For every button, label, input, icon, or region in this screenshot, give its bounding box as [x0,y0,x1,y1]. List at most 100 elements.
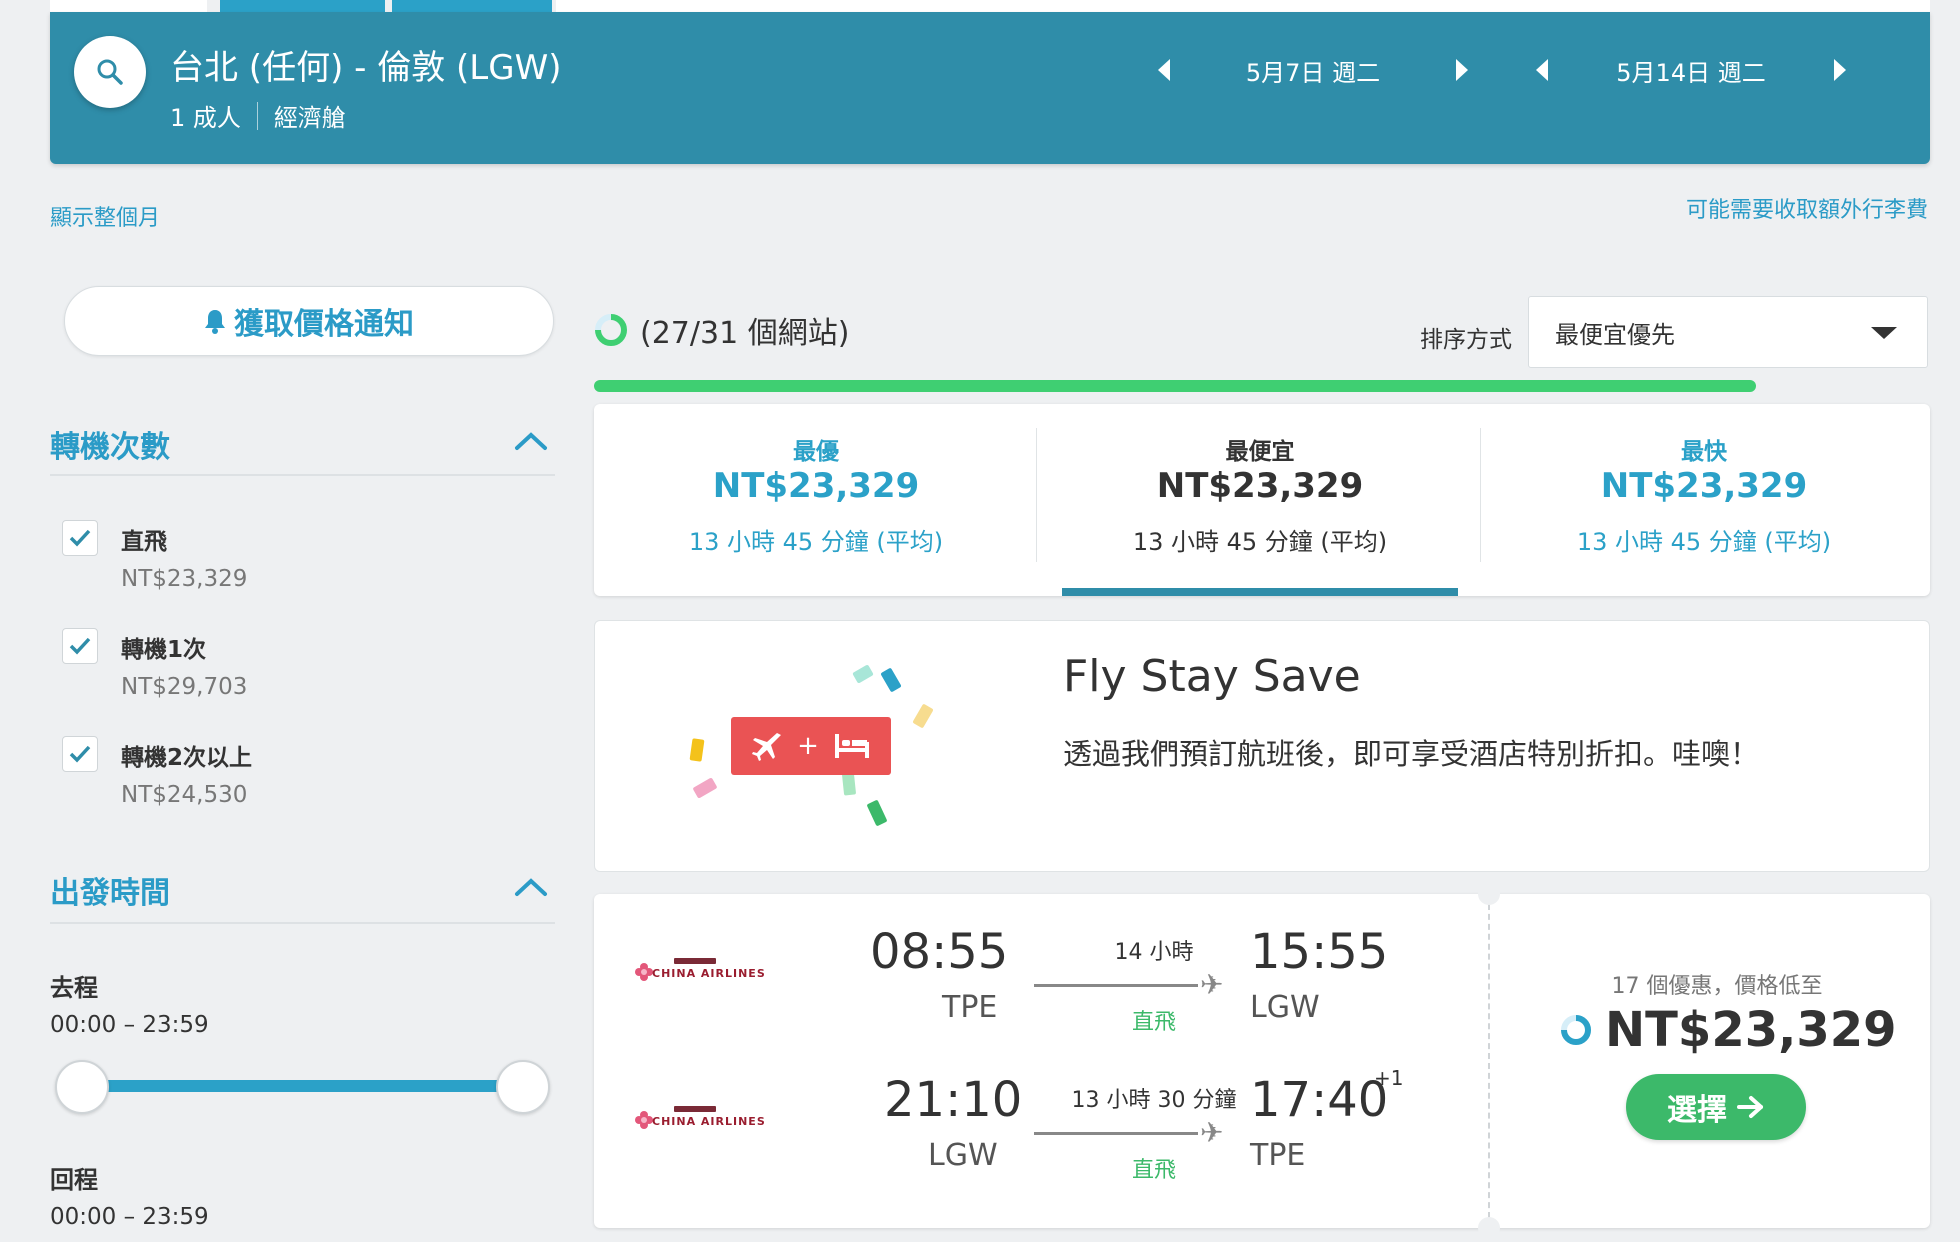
check-icon [69,745,91,763]
check-icon [69,637,91,655]
one-stop-checkbox[interactable] [62,628,98,664]
bell-icon [205,310,225,334]
top-tab-2[interactable] [220,0,385,12]
return-date[interactable]: 5月14日 週二 [1558,53,1824,88]
ticket-notch [1478,1217,1500,1239]
direct-checkbox[interactable] [62,520,98,556]
chevron-up-icon[interactable] [514,876,548,902]
stops-filter-title[interactable]: 轉機次數 [50,422,170,466]
tab-best[interactable]: 最優 NT$23,329 13 小時 45 分鐘 (平均) [594,404,1038,596]
outbound-leg: CHINA AIRLINES 08:55 TPE 14 小時 ✈ 直飛 15:5… [594,924,1474,1064]
stops-option-label: 直飛 [121,529,167,555]
airline-chinese-text [674,1106,716,1112]
promo-title: Fly Stay Save [1063,651,1361,702]
arrival-time: 17:40 [1250,1072,1389,1128]
outbound-slider-end-handle[interactable] [496,1060,550,1114]
depart-date[interactable]: 5月7日 週二 [1180,53,1446,88]
confetti [852,664,874,684]
time-filter-title[interactable]: 出發時間 [50,868,170,912]
stops-label: 直飛 [1131,1010,1176,1035]
bed-icon [834,734,869,758]
return-label: 回程 [50,1166,98,1194]
caret-left-icon [1158,59,1170,81]
arrival-time: 15:55 [1250,924,1389,980]
airplane-icon [752,733,782,761]
sort-summary-tabs: 最優 NT$23,329 13 小時 45 分鐘 (平均) 最便宜 NT$23,… [594,404,1930,596]
progress-text: (27/31 個網站) [640,316,850,351]
stops-option-label: 轉機1次 [121,637,207,663]
departure-airport: TPE [942,990,998,1025]
caret-right-icon [1456,59,1468,81]
departure-time: 21:10 [884,1072,1023,1128]
tab-duration: 13 小時 45 分鐘 (平均) [1132,528,1388,556]
select-label: 選擇 [1667,1093,1727,1128]
passenger-count: 1 成人 [170,104,241,132]
airline-plum-blossom-icon [635,963,653,981]
caret-down-icon [1871,327,1897,339]
chevron-up-icon[interactable] [514,430,548,456]
route-title[interactable]: 台北 (任何) - 倫敦 (LGW) [170,40,561,89]
inbound-leg: CHINA AIRLINES 21:10 LGW 13 小時 30 分鐘 ✈ 直… [594,1066,1474,1212]
active-tab-indicator [1062,588,1458,596]
fly-stay-save-banner[interactable]: + Fly Stay Save 透過我們預訂航班後，即可享受酒店特別折扣。哇噢！ [594,620,1930,872]
depart-next-button[interactable] [1446,55,1476,85]
airline-name: CHINA AIRLINES [652,1115,766,1128]
tab-label: 最快 [1681,439,1727,465]
next-day-indicator: +1 [1374,1066,1404,1090]
arrow-right-icon [1737,1096,1763,1118]
outbound-range: 00:00 – 23:59 [50,1012,209,1038]
confetti [692,777,718,799]
departure-airport: LGW [928,1138,998,1173]
promo-text: 透過我們預訂航班後，即可享受酒店特別折扣。哇噢！ [1063,737,1760,771]
divider [256,101,258,130]
search-header: 台北 (任何) - 倫敦 (LGW) 1 成人 經濟艙 5月7日 週二 5月14… [50,12,1930,164]
loading-spinner-icon [595,314,627,346]
ticket-notch [1478,883,1500,905]
confetti [689,738,705,762]
depart-prev-button[interactable] [1150,55,1180,85]
top-tab-1[interactable] [50,0,207,12]
outbound-label: 去程 [50,974,98,1002]
return-next-button[interactable] [1824,55,1854,85]
deals-count: 17 個優惠，價格低至 [1611,974,1823,999]
arrival-airport: LGW [1250,990,1320,1025]
top-tab-4[interactable] [556,0,1930,12]
sort-value: 最便宜優先 [1555,320,1675,349]
progress-bar [594,380,1757,392]
sort-select[interactable]: 最便宜優先 [1528,296,1928,368]
flight-result-card[interactable]: CHINA AIRLINES 08:55 TPE 14 小時 ✈ 直飛 15:5… [594,883,1930,1239]
two-plus-stops-checkbox[interactable] [62,736,98,772]
flight-duration: 13 小時 30 分鐘 [1071,1088,1237,1113]
china-airlines-logo: CHINA AIRLINES [634,958,765,988]
return-prev-button[interactable] [1528,55,1558,85]
top-tab-3[interactable] [392,0,552,12]
return-range: 00:00 – 23:59 [50,1204,209,1230]
search-button[interactable] [74,36,146,108]
passenger-cabin-info[interactable]: 1 成人 經濟艙 [170,98,346,133]
tab-price: NT$23,329 [712,466,920,506]
loading-spinner-icon [1561,1015,1591,1045]
luggage-fee-link[interactable]: 可能需要收取額外行李費 [1686,192,1928,224]
price-alert-button[interactable]: 獲取價格通知 [64,286,554,356]
stops-option-price: NT$23,329 [121,566,248,592]
tab-fastest[interactable]: 最快 NT$23,329 13 小時 45 分鐘 (平均) [1482,404,1926,596]
arrival-airport: TPE [1250,1138,1306,1173]
outbound-slider-track[interactable] [82,1080,524,1092]
search-icon [97,59,123,85]
flight-line [1034,984,1198,987]
flight-line [1034,1132,1198,1135]
tab-cheapest[interactable]: 最便宜 NT$23,329 13 小時 45 分鐘 (平均) [1038,404,1482,596]
price-alert-label: 獲取價格通知 [234,307,414,342]
tab-duration: 13 小時 45 分鐘 (平均) [688,528,944,556]
show-month-link[interactable]: 顯示整個月 [50,200,160,232]
airline-chinese-text [674,958,716,964]
search-progress: (27/31 個網站) [594,310,850,351]
caret-right-icon [1834,59,1846,81]
outbound-slider-start-handle[interactable] [55,1060,109,1114]
airline-name: CHINA AIRLINES [652,967,766,980]
select-button[interactable]: 選擇 [1626,1074,1806,1140]
cabin-class: 經濟艙 [273,104,346,132]
tab-price: NT$23,329 [1600,466,1808,506]
airplane-icon: ✈ [1200,968,1224,1001]
departure-time: 08:55 [870,924,1009,980]
